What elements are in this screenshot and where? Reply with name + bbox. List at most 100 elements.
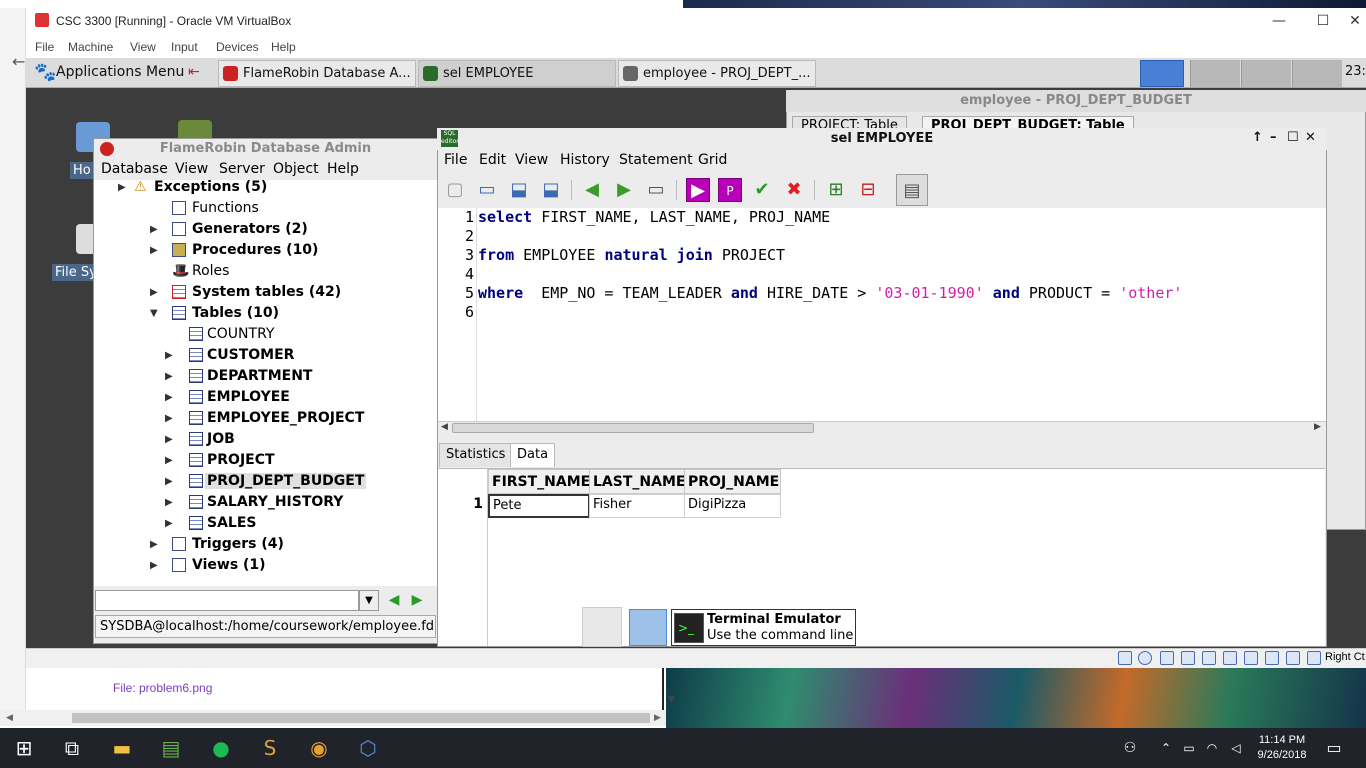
tree-item-views[interactable]: ▶ Views (1)	[150, 555, 266, 576]
scroll-right-icon[interactable]: ▶	[1314, 422, 1321, 432]
audio-icon[interactable]	[1160, 651, 1174, 665]
scroll-right-icon[interactable]: ▶	[654, 713, 661, 723]
volume-icon[interactable]: ◁	[1222, 734, 1250, 762]
sql-menu-view[interactable]: View	[515, 152, 548, 168]
workspace-2[interactable]	[1190, 60, 1240, 87]
task-sel-employee[interactable]: sel EMPLOYEE	[418, 60, 616, 87]
tree-item-procedures[interactable]: ▶ Procedures (10)	[150, 240, 318, 261]
history-list-icon[interactable]: ▭	[644, 178, 668, 202]
tree-item-employee[interactable]: ▶ EMPLOYEE	[165, 387, 290, 408]
file-explorer-icon[interactable]: ▬	[108, 734, 136, 762]
sql-menu-statement[interactable]: Statement	[619, 152, 693, 168]
nav-back-icon[interactable]: ◀	[384, 591, 404, 610]
grid-cell-first-name[interactable]: Pete	[488, 494, 590, 518]
logout-icon[interactable]: ⇤	[188, 64, 208, 84]
maximize-button[interactable]: ☐	[1287, 130, 1299, 145]
fr-menu-server[interactable]: Server	[219, 161, 265, 177]
spotify-icon[interactable]: ●	[207, 734, 235, 762]
column-header-first-name[interactable]: FIRST_NAME	[488, 469, 590, 494]
grid-cell-last-name[interactable]: Fisher	[589, 494, 685, 518]
dock-drive-icon[interactable]	[582, 607, 622, 647]
tree-item-salary-history[interactable]: ▶ SALARY_HISTORY	[165, 492, 343, 513]
search-combo-input[interactable]	[95, 590, 359, 611]
history-forward-icon[interactable]: ▶	[612, 178, 636, 202]
recording-icon[interactable]	[1265, 651, 1279, 665]
fr-menu-object[interactable]: Object	[273, 161, 319, 177]
insert-row-icon[interactable]: ⊞	[824, 178, 848, 202]
workspace-3[interactable]	[1241, 60, 1291, 87]
people-icon[interactable]: ⚇	[1116, 734, 1144, 762]
new-file-icon[interactable]: ▢	[443, 178, 467, 202]
notepad-icon[interactable]: ▤	[157, 734, 185, 762]
fr-menu-database[interactable]: Database	[101, 161, 168, 177]
tree-item-generators[interactable]: ▶ Generators (2)	[150, 219, 308, 240]
tree-item-project[interactable]: ▶ PROJECT	[165, 450, 275, 471]
execute-icon[interactable]: ▶	[686, 178, 710, 202]
vbox-menu-file[interactable]: File	[35, 40, 54, 54]
vbox-menu-help[interactable]: Help	[271, 40, 296, 54]
sql-code-editor[interactable]	[438, 208, 1326, 421]
display-icon[interactable]	[1244, 651, 1258, 665]
vbox-menu-input[interactable]: Input	[171, 40, 198, 54]
tree-item-triggers[interactable]: ▶ Triggers (4)	[150, 534, 284, 555]
mouse-capture-icon[interactable]	[1307, 651, 1321, 665]
workspace-switcher-active[interactable]	[1140, 60, 1184, 87]
toggle-split-icon[interactable]: ▤	[896, 174, 928, 206]
hard-disk-icon[interactable]	[1118, 651, 1132, 665]
sql-menu-edit[interactable]: Edit	[479, 152, 506, 168]
sticky-up-icon[interactable]: ↑	[1252, 130, 1263, 145]
notification-icon[interactable]: ▭	[1320, 734, 1348, 762]
taskbar-clock[interactable]: 11:14 PM 9/26/2018	[1254, 733, 1310, 763]
sql-menu-grid[interactable]: Grid	[698, 152, 727, 168]
task-employee-budget[interactable]: employee - PROJ_DEPT_...	[618, 60, 816, 87]
column-header-last-name[interactable]: LAST_NAME	[589, 469, 685, 494]
sql-menu-history[interactable]: History	[560, 152, 610, 168]
fr-menu-view[interactable]: View	[175, 161, 208, 177]
tab-statistics[interactable]: Statistics	[439, 443, 513, 467]
tree-item-system-tables[interactable]: ▶ System tables (42)	[150, 282, 341, 303]
show-plan-icon[interactable]: P	[718, 178, 742, 202]
delete-row-icon[interactable]: ⊟	[856, 178, 880, 202]
scroll-down-icon[interactable]: ▼	[668, 695, 675, 705]
tab-data[interactable]: Data	[510, 443, 556, 467]
workspace-4[interactable]	[1292, 60, 1342, 87]
task-flamerobin[interactable]: FlameRobin Database A...	[218, 60, 416, 87]
column-header-proj-name[interactable]: PROJ_NAME	[684, 469, 781, 494]
tree-item-sales[interactable]: ▶ SALES	[165, 513, 257, 534]
applications-menu[interactable]: Applications Menu	[30, 60, 184, 87]
minimize-button[interactable]: –	[1270, 130, 1277, 145]
history-back-icon[interactable]: ◀	[580, 178, 604, 202]
scrollbar-thumb[interactable]	[72, 713, 650, 723]
virtualbox-icon[interactable]: ⬡	[354, 734, 382, 762]
scroll-left-icon[interactable]: ◀	[6, 713, 13, 723]
save-icon[interactable]: ⬓	[507, 178, 531, 202]
close-button[interactable]: ✕	[1305, 130, 1316, 145]
tree-item-country[interactable]: COUNTRY	[189, 324, 274, 345]
tree-item-employee-project[interactable]: ▶ EMPLOYEE_PROJECT	[165, 408, 364, 429]
shared-folder-icon[interactable]	[1223, 651, 1237, 665]
optical-drive-icon[interactable]	[1138, 651, 1152, 665]
vbox-menu-devices[interactable]: Devices	[216, 40, 259, 54]
windows-start-icon[interactable]: ⊞	[10, 734, 38, 762]
maximize-button[interactable]: ☐	[1312, 10, 1334, 32]
sql-menu-file[interactable]: File	[444, 152, 467, 168]
open-folder-icon[interactable]: ▭	[475, 178, 499, 202]
nav-forward-icon[interactable]: ▶	[407, 591, 427, 610]
close-button[interactable]: ✕	[1344, 10, 1366, 32]
dock-terminal-icon[interactable]	[629, 609, 667, 646]
task-view-icon[interactable]: ⧉	[58, 734, 86, 762]
app-s-icon[interactable]: S	[256, 734, 284, 762]
tree-item-functions[interactable]: Functions	[172, 198, 259, 219]
tree-item-proj-dept-budget[interactable]: ▶ PROJ_DEPT_BUDGET	[165, 471, 367, 492]
tree-item-customer[interactable]: ▶ CUSTOMER	[165, 345, 294, 366]
vbox-menu-view[interactable]: View	[130, 40, 156, 54]
grid-cell-proj-name[interactable]: DigiPizza	[684, 494, 781, 518]
tree-item-department[interactable]: ▶ DEPARTMENT	[165, 366, 312, 387]
save-as-icon[interactable]: ⬓	[539, 178, 563, 202]
scroll-left-icon[interactable]: ◀	[441, 422, 448, 432]
home-folder-label[interactable]: Ho	[70, 162, 94, 179]
chrome-icon[interactable]: ◉	[305, 734, 333, 762]
chevron-down-icon[interactable]: ▼	[359, 590, 379, 611]
tree-item-tables[interactable]: ▼ Tables (10)	[150, 303, 279, 324]
vbox-menu-machine[interactable]: Machine	[68, 40, 113, 54]
